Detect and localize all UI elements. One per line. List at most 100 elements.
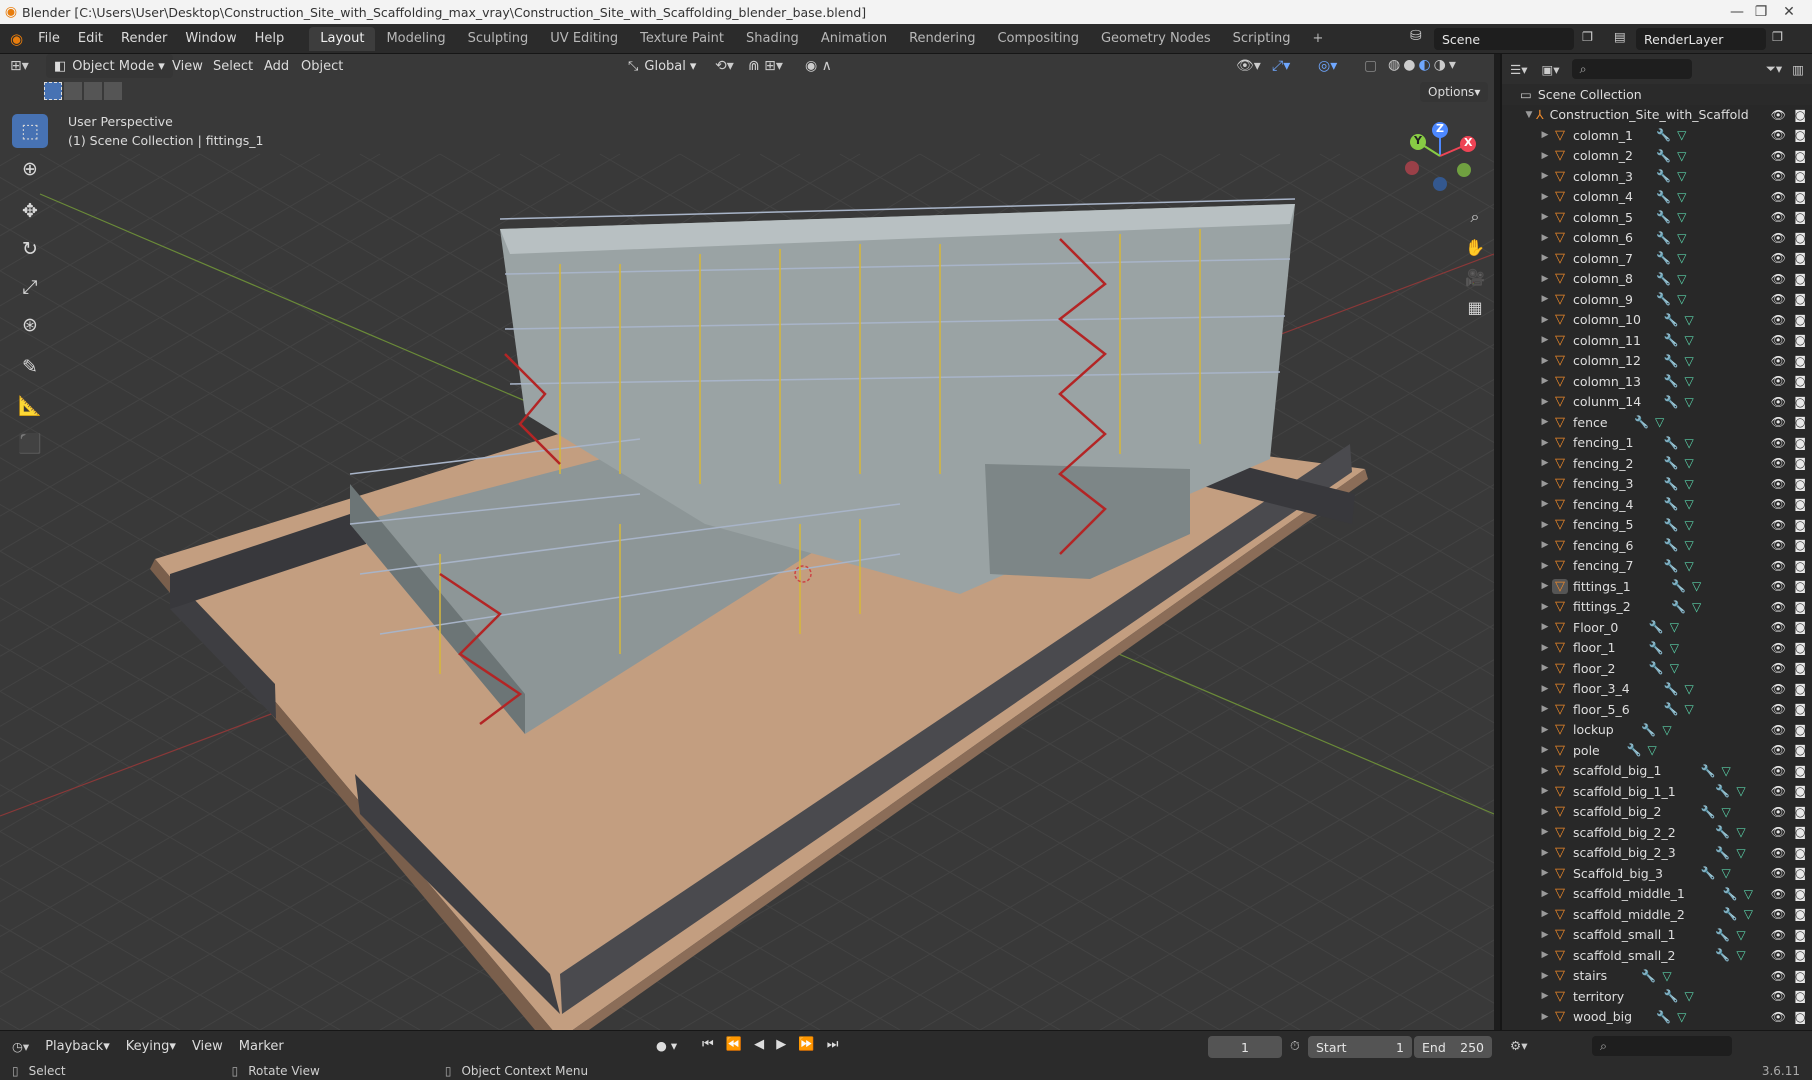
camera-render-icon[interactable]: ◙ xyxy=(1794,497,1806,511)
outliner-search-input[interactable]: ⌕ xyxy=(1571,59,1692,79)
mesh-data-icon[interactable]: ▽ xyxy=(1648,743,1657,757)
expand-arrow-icon[interactable]: ▶ xyxy=(1538,684,1552,694)
eye-icon[interactable]: 👁 xyxy=(1771,395,1786,409)
eye-icon[interactable]: 👁 xyxy=(1771,948,1786,962)
expand-arrow-icon[interactable]: ▶ xyxy=(1538,725,1552,735)
camera-render-icon[interactable]: ◙ xyxy=(1794,169,1806,183)
expand-arrow-icon[interactable]: ▶ xyxy=(1538,622,1552,632)
expand-arrow-icon[interactable]: ▶ xyxy=(1538,151,1552,161)
snap-icon[interactable]: ⋒ ⊞▾ xyxy=(748,58,783,74)
scene-selector[interactable]: Scene xyxy=(1434,28,1574,50)
modifier-wrench-icon[interactable]: 🔧 xyxy=(1664,518,1679,532)
outliner-object-row[interactable]: ▶ ▽ fencing_5 🔧 ▽ 👁 ◙ xyxy=(1502,515,1812,536)
camera-render-icon[interactable]: ◙ xyxy=(1794,702,1806,716)
camera-render-icon[interactable]: ◙ xyxy=(1794,149,1806,163)
mesh-data-icon[interactable]: ▽ xyxy=(1677,272,1686,286)
record-icon[interactable]: ● ▾ xyxy=(656,1038,677,1053)
mesh-data-icon[interactable]: ▽ xyxy=(1685,456,1694,470)
camera-render-icon[interactable]: ◙ xyxy=(1794,518,1806,532)
modifier-wrench-icon[interactable]: 🔧 xyxy=(1715,784,1730,798)
new-view-layer-icon[interactable]: ❐ xyxy=(1772,29,1783,44)
outliner-object-row[interactable]: ▶ ▽ colomn_7 🔧 ▽ 👁 ◙ xyxy=(1502,248,1812,269)
outliner-object-row[interactable]: ▶ ▽ colomn_1 🔧 ▽ 👁 ◙ xyxy=(1502,125,1812,146)
eye-icon[interactable]: 👁 xyxy=(1771,251,1786,265)
expand-arrow-icon[interactable]: ▶ xyxy=(1538,991,1552,1001)
camera-render-icon[interactable]: ◙ xyxy=(1794,333,1806,347)
outliner-object-row[interactable]: ▶ ▽ scaffold_big_1 🔧 ▽ 👁 ◙ xyxy=(1502,761,1812,782)
eye-icon[interactable]: 👁 xyxy=(1771,928,1786,942)
camera-render-icon[interactable]: ◙ xyxy=(1794,825,1806,839)
modifier-wrench-icon[interactable]: 🔧 xyxy=(1656,210,1671,224)
tab-geometry-nodes[interactable]: Geometry Nodes xyxy=(1090,27,1222,51)
camera-render-icon[interactable]: ◙ xyxy=(1794,210,1806,224)
outliner-object-row[interactable]: ▶ ▽ colomn_9 🔧 ▽ 👁 ◙ xyxy=(1502,289,1812,310)
modifier-wrench-icon[interactable]: 🔧 xyxy=(1715,846,1730,860)
modifier-wrench-icon[interactable]: 🔧 xyxy=(1715,825,1730,839)
outliner-object-row[interactable]: ▶ ▽ colomn_4 🔧 ▽ 👁 ◙ xyxy=(1502,187,1812,208)
mesh-data-icon[interactable]: ▽ xyxy=(1685,538,1694,552)
camera-render-icon[interactable]: ◙ xyxy=(1794,641,1806,655)
camera-render-icon[interactable]: ◙ xyxy=(1794,600,1806,614)
properties-editor-icon[interactable]: ⚙▾ xyxy=(1510,1038,1527,1053)
expand-arrow-icon[interactable]: ▶ xyxy=(1538,294,1552,304)
modifier-wrench-icon[interactable]: 🔧 xyxy=(1634,415,1649,429)
mesh-data-icon[interactable]: ▽ xyxy=(1677,169,1686,183)
outliner-object-row[interactable]: ▶ ▽ fence 🔧 ▽ 👁 ◙ xyxy=(1502,412,1812,433)
add-cube-tool-icon[interactable]: ⬛ xyxy=(12,426,48,460)
mesh-data-icon[interactable]: ▽ xyxy=(1662,969,1671,983)
display-mode-icon[interactable]: ▣▾ xyxy=(1541,62,1559,77)
expand-arrow-icon[interactable]: ▶ xyxy=(1538,643,1552,653)
outliner-object-row[interactable]: ▶ ▽ colomn_2 🔧 ▽ 👁 ◙ xyxy=(1502,146,1812,167)
camera-render-icon[interactable]: ◙ xyxy=(1794,395,1806,409)
eye-icon[interactable]: 👁 xyxy=(1771,600,1786,614)
mesh-data-icon[interactable]: ▽ xyxy=(1655,415,1664,429)
mesh-data-icon[interactable]: ▽ xyxy=(1685,313,1694,327)
navigation-gizmo[interactable]: Z X Y xyxy=(1404,120,1476,192)
mesh-data-icon[interactable]: ▽ xyxy=(1670,641,1679,655)
modifier-wrench-icon[interactable]: 🔧 xyxy=(1701,866,1716,880)
eye-icon[interactable]: 👁 xyxy=(1771,682,1786,696)
modifier-wrench-icon[interactable]: 🔧 xyxy=(1701,805,1716,819)
expand-arrow-icon[interactable]: ▶ xyxy=(1538,663,1552,673)
expand-arrow-icon[interactable]: ▶ xyxy=(1538,745,1552,755)
modifier-wrench-icon[interactable]: 🔧 xyxy=(1664,374,1679,388)
close-button[interactable]: ✕ xyxy=(1766,0,1812,24)
expand-arrow-icon[interactable]: ▶ xyxy=(1538,868,1552,878)
camera-render-icon[interactable]: ◙ xyxy=(1794,190,1806,204)
modifier-wrench-icon[interactable]: 🔧 xyxy=(1664,538,1679,552)
modifier-wrench-icon[interactable]: 🔧 xyxy=(1664,456,1679,470)
outliner-object-row[interactable]: ▶ ▽ colomn_5 🔧 ▽ 👁 ◙ xyxy=(1502,207,1812,228)
eye-icon[interactable]: 👁 xyxy=(1771,907,1786,921)
mode-selector[interactable]: ◧ Object Mode ▾ xyxy=(46,54,173,78)
outliner-object-row[interactable]: ▶ ▽ scaffold_big_2 🔧 ▽ 👁 ◙ xyxy=(1502,802,1812,823)
eye-icon[interactable]: 👁 xyxy=(1771,559,1786,573)
mesh-data-icon[interactable]: ▽ xyxy=(1685,333,1694,347)
mesh-data-icon[interactable]: ▽ xyxy=(1744,907,1753,921)
expand-arrow-icon[interactable]: ▶ xyxy=(1538,520,1552,530)
expand-arrow-icon[interactable]: ▶ xyxy=(1538,130,1552,140)
expand-arrow-icon[interactable]: ▶ xyxy=(1538,766,1552,776)
mesh-data-icon[interactable]: ▽ xyxy=(1692,600,1701,614)
expand-arrow-icon[interactable]: ▶ xyxy=(1538,397,1552,407)
mesh-data-icon[interactable]: ▽ xyxy=(1677,128,1686,142)
measure-tool-icon[interactable]: 📐 xyxy=(12,388,48,422)
modifier-wrench-icon[interactable]: 🔧 xyxy=(1671,600,1686,614)
playback-controls-icon[interactable]: ⏮ ⏪ ◀ ▶ ⏩ ⏭ xyxy=(702,1037,842,1052)
mesh-data-icon[interactable]: ▽ xyxy=(1685,477,1694,491)
mesh-data-icon[interactable]: ▽ xyxy=(1736,948,1745,962)
eye-icon[interactable]: 👁 xyxy=(1771,969,1786,983)
mesh-data-icon[interactable]: ▽ xyxy=(1685,518,1694,532)
outliner-object-row[interactable]: ▶ ▽ lockup 🔧 ▽ 👁 ◙ xyxy=(1502,720,1812,741)
gizmo-toggle-icon[interactable]: ⤢▾ xyxy=(1272,58,1290,74)
expand-arrow-icon[interactable]: ▶ xyxy=(1538,540,1552,550)
eye-icon[interactable]: 👁 xyxy=(1771,702,1786,716)
camera-render-icon[interactable]: ◙ xyxy=(1794,846,1806,860)
mesh-data-icon[interactable]: ▽ xyxy=(1685,395,1694,409)
camera-view-icon[interactable]: 🎥 xyxy=(1460,262,1490,292)
mesh-data-icon[interactable]: ▽ xyxy=(1670,661,1679,675)
expand-arrow-icon[interactable]: ▶ xyxy=(1538,561,1552,571)
zoom-icon[interactable]: ⌕ xyxy=(1460,202,1490,232)
outliner-object-row[interactable]: ▶ ▽ fencing_4 🔧 ▽ 👁 ◙ xyxy=(1502,494,1812,515)
eye-icon[interactable]: 👁 xyxy=(1771,989,1786,1003)
tab-texture-paint[interactable]: Texture Paint xyxy=(629,27,735,51)
